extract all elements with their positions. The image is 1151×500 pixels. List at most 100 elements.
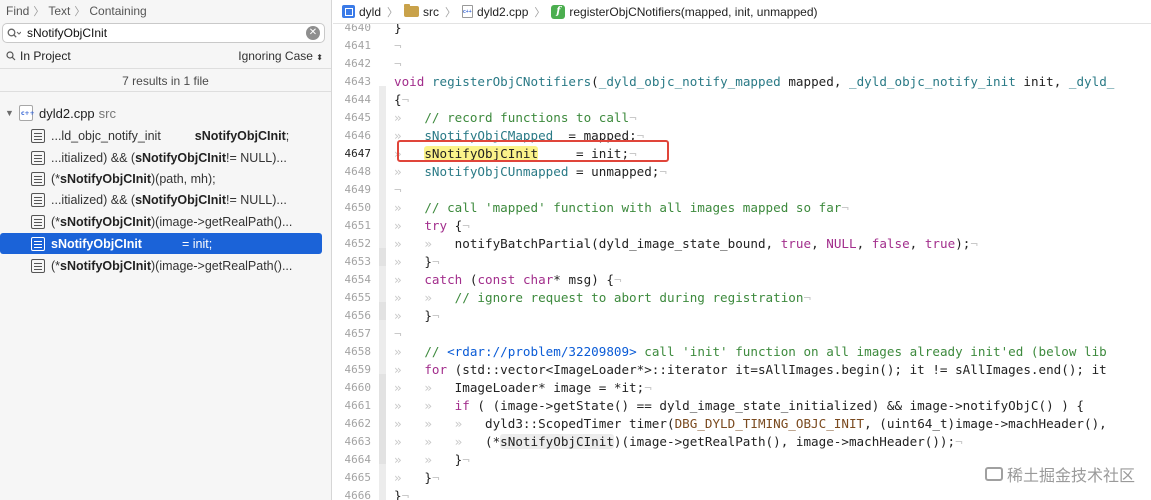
line-number[interactable]: 4651 xyxy=(333,219,372,232)
code-line-4650[interactable]: » // call 'mapped' function with all ima… xyxy=(394,199,849,217)
code-line-4641[interactable]: ¬ xyxy=(394,37,402,55)
result-context-after: )(path, mh); xyxy=(151,171,216,186)
line-number[interactable]: 4643 xyxy=(333,75,372,88)
code-line-4643[interactable]: void registerObjCNotifiers(_dyld_objc_no… xyxy=(394,73,1114,91)
line-number[interactable]: 4640 xyxy=(333,24,372,34)
line-number[interactable]: 4653 xyxy=(333,255,372,268)
text-lines-icon xyxy=(31,192,45,207)
line-number[interactable]: 4657 xyxy=(333,327,372,340)
line-number-gutter[interactable]: 4640 4641 4642 4643 4644 4645 4646 4647 4648 4649… xyxy=(333,24,373,500)
code-line-4659[interactable]: » for (std::vector<ImageLoader*>::iterat… xyxy=(394,361,1107,379)
line-number[interactable]: 4650 xyxy=(333,201,372,214)
chevron-right-icon: 〉 xyxy=(74,5,86,18)
line-number[interactable]: 4644 xyxy=(333,93,372,106)
case-sensitivity-popup[interactable]: Ignoring Case ⬍ xyxy=(238,49,323,63)
line-number[interactable]: 4660 xyxy=(333,381,372,394)
jumpbar-function[interactable]: f registerObjCNotifiers(mapped, init, unm… xyxy=(551,4,818,19)
disclosure-triangle-icon[interactable]: ▼ xyxy=(5,108,17,118)
result-match-text: sNotifyObjCInit xyxy=(135,192,227,207)
folder-icon xyxy=(404,4,420,17)
code-line-4640[interactable]: } xyxy=(394,24,402,37)
updown-chevron-icon: ⬍ xyxy=(316,53,323,62)
search-result-row[interactable]: sNotifyObjCInit = init; xyxy=(0,233,322,254)
line-number[interactable]: 4654 xyxy=(333,273,372,286)
text-lines-icon xyxy=(31,150,45,165)
code-folding-ribbon[interactable] xyxy=(379,248,386,266)
radar-link[interactable]: <rdar://problem/32209809> xyxy=(447,344,637,359)
search-result-row[interactable]: (* sNotifyObjCInit)(path, mh); xyxy=(0,168,322,189)
line-number[interactable]: 4656 xyxy=(333,309,372,322)
result-context-before: ...itialized) && ( xyxy=(51,150,136,165)
find-mode-find[interactable]: Find xyxy=(6,4,29,18)
result-match-text: sNotifyObjCInit xyxy=(51,236,142,251)
line-number[interactable]: 4658 xyxy=(333,345,372,358)
find-mode-containing[interactable]: Containing xyxy=(89,4,146,18)
result-context-before: (* xyxy=(51,214,61,229)
line-number[interactable]: 4652 xyxy=(333,237,372,250)
line-number[interactable]: 4641 xyxy=(333,39,372,52)
chevron-right-icon: 〉 xyxy=(33,5,45,18)
find-mode-text[interactable]: Text xyxy=(48,4,70,18)
search-query-text[interactable]: sNotifyObjCInit xyxy=(27,26,306,40)
code-line-4653[interactable]: » }¬ xyxy=(394,253,440,271)
line-number[interactable]: 4659 xyxy=(333,363,372,376)
code-line-4652[interactable]: » » notifyBatchPartial(dyld_image_state_… xyxy=(394,235,978,253)
line-number[interactable]: 4666 xyxy=(333,489,372,500)
search-match-secondary[interactable]: sNotifyObjCInit xyxy=(500,434,614,449)
code-line-4656[interactable]: » }¬ xyxy=(394,307,440,325)
line-number[interactable]: 4645 xyxy=(333,111,372,124)
code-line-4649[interactable]: ¬ xyxy=(394,181,402,199)
code-view[interactable]: 4640 4641 4642 4643 4644 4645 4646 4647 4648 4649… xyxy=(333,24,1151,500)
line-number[interactable]: 4661 xyxy=(333,399,372,412)
line-number[interactable]: 4662 xyxy=(333,417,372,430)
jumpbar-folder[interactable]: src xyxy=(404,4,439,19)
line-number[interactable]: 4647 xyxy=(333,147,372,160)
code-line-4654[interactable]: » catch (const char* msg) {¬ xyxy=(394,271,622,289)
search-result-row[interactable]: ...itialized) && (sNotifyObjCInit != NUL… xyxy=(0,147,322,168)
jumpbar-project[interactable]: dyld xyxy=(333,5,381,19)
search-result-row[interactable]: ...itialized) && (sNotifyObjCInit != NUL… xyxy=(0,189,322,210)
code-line-4651[interactable]: » try {¬ xyxy=(394,217,470,235)
code-line-4644[interactable]: {¬ xyxy=(394,91,409,109)
code-line-4661[interactable]: » » if ( (image->getState() == dyld_imag… xyxy=(394,397,1084,415)
case-sensitivity-label: Ignoring Case xyxy=(238,49,313,63)
find-options-row: In Project Ignoring Case ⬍ xyxy=(0,46,331,66)
code-line-4655[interactable]: » » // ignore request to abort during re… xyxy=(394,289,811,307)
result-file-name: dyld2.cpp xyxy=(39,105,95,121)
result-context-after: )(image->getRealPath()... xyxy=(151,258,293,273)
code-line-4662[interactable]: » » » dyld3::ScopedTimer timer(DBG_DYLD_… xyxy=(394,415,1114,433)
line-number[interactable]: 4665 xyxy=(333,471,372,484)
jumpbar-function-label: registerObjCNotifiers(mapped, init, unma… xyxy=(569,4,818,19)
line-number[interactable]: 4649 xyxy=(333,183,372,196)
result-context-after: ; xyxy=(285,128,290,143)
code-line-4663[interactable]: » » » (*sNotifyObjCInit)(image->getRealP… xyxy=(394,433,963,451)
code-line-4660[interactable]: » » ImageLoader* image = *it;¬ xyxy=(394,379,652,397)
code-line-4642[interactable]: ¬ xyxy=(394,55,402,73)
code-folding-ribbon[interactable] xyxy=(379,374,386,464)
code-line-4664[interactable]: » » }¬ xyxy=(394,451,470,469)
result-file-group[interactable]: ▼ c++ dyld2.cpp src xyxy=(0,103,331,123)
search-result-row[interactable]: (* sNotifyObjCInit)(image->getRealPath().… xyxy=(0,211,322,232)
clear-search-icon[interactable]: ✕ xyxy=(306,26,320,40)
code-line-4665[interactable]: » }¬ xyxy=(394,469,440,487)
code-line-4658[interactable]: » // <rdar://problem/32209809> call 'ini… xyxy=(394,343,1107,361)
code-line-4657[interactable]: ¬ xyxy=(394,325,402,343)
line-number[interactable]: 4642 xyxy=(333,57,372,70)
search-icon[interactable] xyxy=(5,28,23,38)
search-result-row[interactable]: (* sNotifyObjCInit)(image->getRealPath().… xyxy=(0,255,322,276)
result-context-before: ...ld_objc_notify_init xyxy=(51,128,161,143)
scope-selector[interactable]: In Project xyxy=(6,49,71,63)
search-result-row[interactable]: ...ld_objc_notify_init sNotifyObjCInit; xyxy=(0,125,322,146)
code-line-4666[interactable]: }¬ xyxy=(394,487,409,500)
code-line-4648[interactable]: » sNotifyObjCUnmapped = unmapped;¬ xyxy=(394,163,667,181)
code-line-4645[interactable]: » // record functions to call¬ xyxy=(394,109,637,127)
code-folding-ribbon[interactable] xyxy=(379,302,386,320)
line-number[interactable]: 4663 xyxy=(333,435,372,448)
jumpbar-file[interactable]: dyld2.cpp xyxy=(462,5,528,19)
line-number[interactable]: 4648 xyxy=(333,165,372,178)
find-search-field[interactable]: sNotifyObjCInit ✕ xyxy=(2,23,325,43)
line-number[interactable]: 4655 xyxy=(333,291,372,304)
line-number[interactable]: 4664 xyxy=(333,453,372,466)
jump-bar: dyld 〉 src 〉 dyld2.cpp 〉 fregisterObjCNo… xyxy=(333,0,1151,24)
line-number[interactable]: 4646 xyxy=(333,129,372,142)
